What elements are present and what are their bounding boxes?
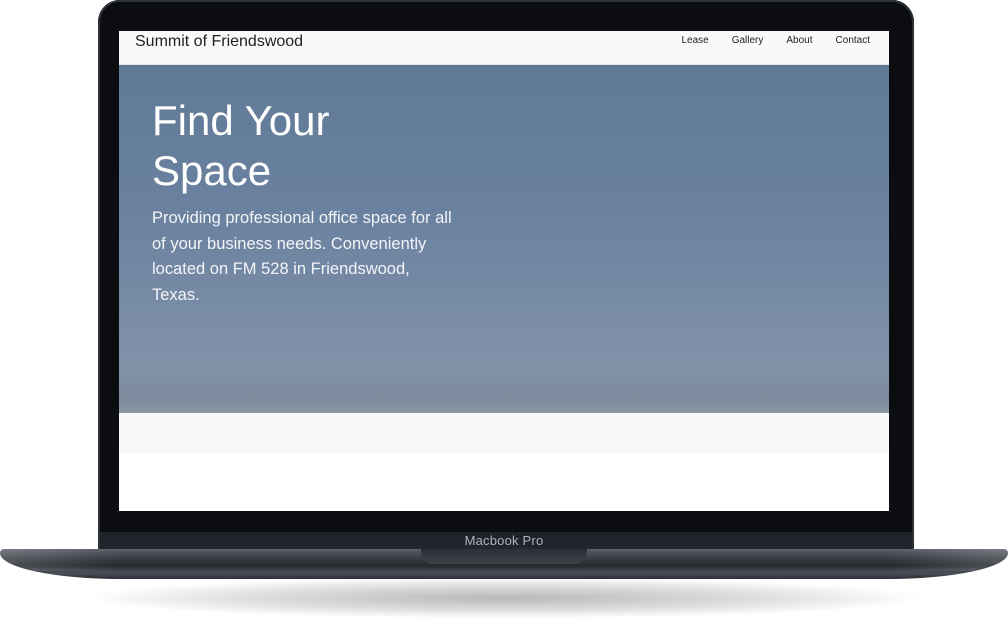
site-navbar: Summit of Friendswood Lease Gallery Abou… <box>119 31 889 65</box>
hero-title: Find Your Space <box>152 97 330 194</box>
laptop-notch <box>421 549 587 564</box>
website-screen: Summit of Friendswood Lease Gallery Abou… <box>119 31 889 511</box>
nav-link-contact[interactable]: Contact <box>836 34 870 48</box>
laptop-base-highlight-right <box>888 549 1008 571</box>
hero-horizon-haze <box>119 373 889 413</box>
hero-description: Providing professional office space for … <box>152 209 452 304</box>
laptop-base-highlight-left <box>0 549 120 571</box>
device-label: Macbook Pro <box>464 533 544 548</box>
nav-link-about[interactable]: About <box>786 34 812 48</box>
laptop-shadow <box>90 578 918 618</box>
hero-section: Find Your Space Providing professional o… <box>119 65 889 413</box>
site-nav-menu: Lease Gallery About Contact <box>658 34 870 48</box>
nav-link-gallery[interactable]: Gallery <box>732 34 764 48</box>
site-brand-link[interactable]: Summit of Friendswood <box>135 32 303 52</box>
nav-link-lease[interactable]: Lease <box>681 34 708 48</box>
content-strip <box>119 413 889 453</box>
